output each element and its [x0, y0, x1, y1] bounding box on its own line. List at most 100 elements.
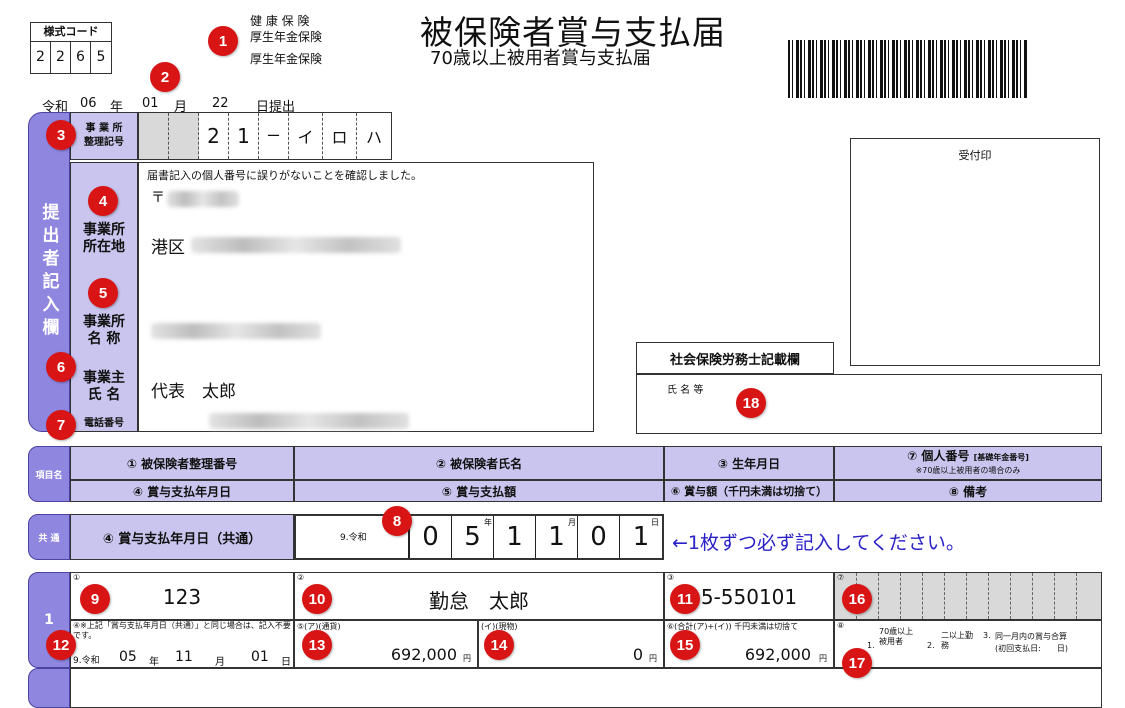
common-month-unit: 月 [568, 518, 576, 527]
sharoushi-name-label: 氏 名 等 [667, 385, 704, 396]
submit-year: 06 [80, 96, 97, 111]
sharoushi-label: 社会保険労務士記載欄 [669, 352, 800, 368]
form-code-label: 様式コード [31, 23, 111, 42]
common-band: 共 通 [28, 514, 70, 560]
header-bonus-amount: ⑥ 賞与額（千円未満は切捨て） [664, 480, 834, 502]
submitter-band-label: 提出者記入欄 [38, 203, 59, 341]
row1-mark-2: ② [297, 573, 305, 582]
remarks-opt1-num: 1. [867, 641, 875, 650]
office-code-char: ハ [365, 128, 382, 147]
common-month-digit: 1 [494, 516, 536, 558]
marker-16: 16 [842, 584, 872, 614]
header-basic-pension-tag: [基礎年金番号] [973, 452, 1029, 462]
remarks-opt3-num: 3. [983, 631, 991, 640]
phone-redacted [209, 413, 409, 429]
form-code-digits: 2 2 6 5 [31, 41, 111, 73]
office-code-label-box: 事 業 所 整理記号 [70, 112, 138, 160]
remarks-opt2-num: 2. [927, 641, 935, 650]
form-code-box: 様式コード 2 2 6 5 [30, 22, 112, 74]
marker-12: 12 [46, 630, 76, 660]
page-subtitle: 70歳以上被用者賞与支払届 [430, 48, 651, 69]
marker-6: 6 [46, 352, 76, 382]
remarks-opt1: 70歳以上被用者 [879, 627, 914, 646]
row1-pay-day: 01 [251, 649, 269, 665]
form-code-digit: 2 [51, 41, 71, 73]
row1-personal-number-cell [923, 573, 945, 619]
row2-band-partial [28, 668, 70, 708]
marker-13: 13 [302, 630, 332, 660]
row1-goods-amount: 0 [632, 645, 643, 664]
row1-total-amount: 692,000 [744, 645, 811, 664]
marker-17: 17 [842, 648, 872, 678]
row1-personal-number-cell [1011, 573, 1033, 619]
row1-personal-number-cell [1055, 573, 1077, 619]
row1-total-label: ⑥(合計(ア)+(イ)) 千円未満は切捨て [667, 622, 799, 631]
office-code-char: ロ [323, 113, 357, 159]
row1-personal-number-cell [901, 573, 923, 619]
row1-personal-number-field[interactable]: ⑦ [834, 572, 1102, 620]
submitter-info-field[interactable]: 届書記入の個人番号に誤りがないことを確認しました。 〒 港区 代表 太郎 [138, 162, 594, 432]
office-code-char: ー [259, 113, 289, 159]
row1-personal-number-cell [989, 573, 1011, 619]
row1-mark-7: ⑦ [837, 573, 845, 582]
row1-pay-date-field[interactable]: ④※上記「賞与支払年月日（共通）」と同じ場合は、記入不要です。 9.令和 05 … [70, 620, 294, 668]
common-era-code: 9.令和 [340, 533, 367, 543]
row1-pay-date-note: ④※上記「賞与支払年月日（共通）」と同じ場合は、記入不要です。 [73, 621, 291, 640]
row1-cash-amount: 692,000 [390, 645, 457, 664]
office-code-char: 1 [229, 113, 259, 159]
marker-8: 8 [382, 506, 412, 536]
row1-mark-8: ⑧ [837, 621, 845, 630]
row1-mark-3: ③ [667, 573, 675, 582]
row1-remarks-field[interactable]: ⑧ 1. 70歳以上被用者 2. 二以上勤務 3. 同一月内の賞与合算 (初回支… [834, 620, 1102, 668]
address-prefix: 港区 [151, 238, 185, 258]
confirm-note: 届書記入の個人番号に誤りがないことを確認しました。 [147, 169, 422, 182]
office-code-char: 2 [199, 113, 229, 159]
header-insured-number: ① 被保険者整理番号 [70, 446, 294, 480]
remarks-opt2: 二以上勤務 [941, 631, 973, 650]
row1-pay-year: 05 [119, 649, 137, 665]
marker-4: 4 [88, 186, 118, 216]
row1-insured-name: 勤怠 太郎 [429, 589, 529, 613]
row1-mark-1: ① [73, 573, 81, 582]
row1-pay-era: 9.令和 [73, 656, 100, 666]
row1-index: 1 [44, 612, 54, 628]
address-redacted [191, 237, 401, 253]
form-code-digit: 5 [96, 49, 106, 65]
company-name-redacted [151, 323, 321, 339]
common-year-digit: 0 [410, 516, 452, 558]
office-code-field[interactable]: 2 1 ー イ ロ ハ [138, 112, 392, 160]
row1-pay-month-unit: 月 [215, 657, 225, 668]
office-code-char [169, 113, 199, 159]
items-header-band: 項目名 [28, 446, 70, 502]
row1-personal-number-cell [945, 573, 967, 619]
remarks-opt3-note: (初回支払日: 日) [995, 644, 1068, 653]
row1-cash-yen: 円 [463, 654, 471, 663]
row1-insured-name-field[interactable]: ② 勤怠 太郎 [294, 572, 664, 620]
office-code-label: 事 業 所 整理記号 [84, 123, 124, 148]
row1-personal-number-cell [879, 573, 901, 619]
marker-18: 18 [736, 388, 766, 418]
submit-month: 01 [142, 96, 159, 111]
common-day-digit: 0 [578, 516, 620, 558]
marker-9: 9 [80, 584, 110, 614]
sharoushi-label-box: 社会保険労務士記載欄 [636, 342, 834, 374]
header-birth-date: ③ 生年月日 [664, 446, 834, 480]
header-remarks: ⑧ 備考 [834, 480, 1102, 502]
row2-partial [70, 668, 1102, 708]
common-note: ←1枚ずつ必ず記入してください。 [672, 532, 965, 554]
header-insured-name: ② 被保険者氏名 [294, 446, 664, 480]
marker-5: 5 [88, 278, 118, 308]
postal-code-redacted [167, 191, 239, 207]
common-pay-date-field[interactable]: 9.令和 0 5 1 1 0 1 年 月 日 [294, 514, 664, 560]
sharoushi-field[interactable]: 氏 名 等 [636, 374, 1102, 434]
header-personal-number: ⑦ 個人番号 [基礎年金番号] ※70歳以上被用者の場合のみ [834, 446, 1102, 480]
marker-14: 14 [484, 630, 514, 660]
row1-personal-number-cell [1077, 573, 1101, 619]
remarks-opt3: 同一月内の賞与合算 [995, 632, 1067, 641]
address-label: 事業所 所在地 [83, 222, 125, 255]
form-code-digit: 2 [31, 41, 51, 73]
row1-pay-day-unit: 日 [281, 657, 291, 668]
common-band-label: 共 通 [38, 533, 60, 544]
insurance-type-pension-70: 厚生年金保険 [250, 52, 323, 66]
header-personal-number-note: ※70歳以上被用者の場合のみ [915, 465, 1021, 475]
